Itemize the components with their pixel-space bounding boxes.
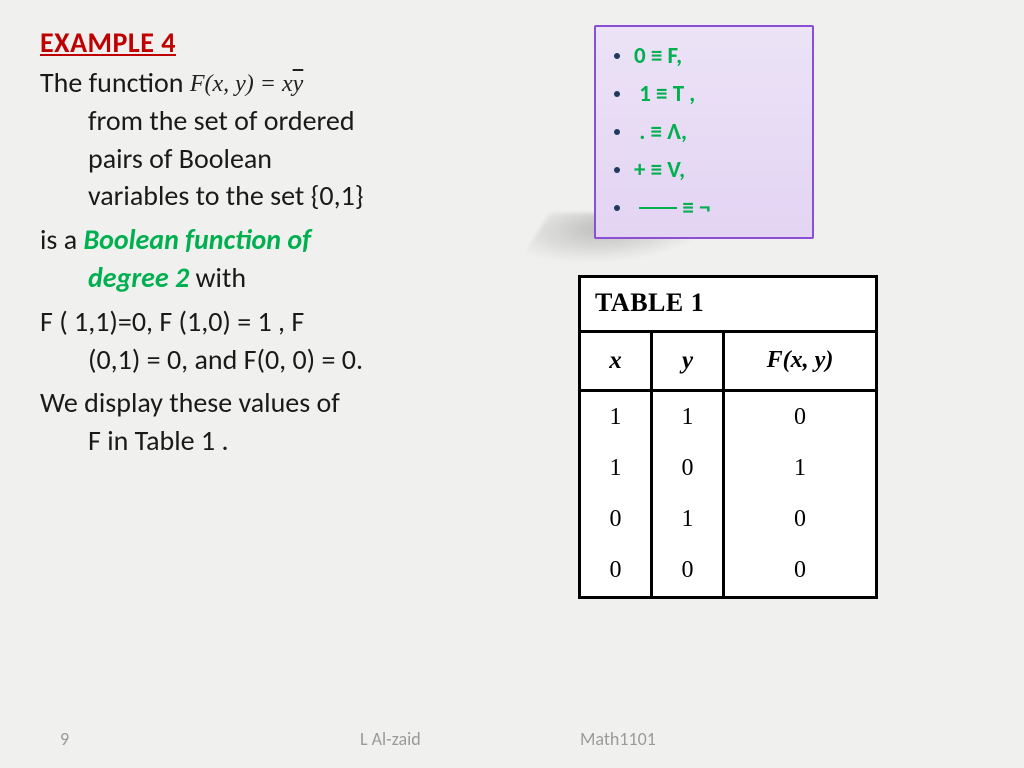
line4b: F in Table 1 . [40, 422, 520, 460]
th-fxy-text: F(x, y) [767, 347, 834, 373]
legend-text-1: 1 ≡ T , [634, 80, 695, 108]
th-y: y [653, 333, 725, 389]
legend-wrap: 0 ≡ F, 1 ≡ T , . ≡ Λ, + ≡ V, ≡ ¬ [594, 25, 984, 239]
table-row: 0 0 0 [581, 545, 875, 596]
line1b: pairs of Boolean [40, 140, 520, 178]
td: 0 [581, 494, 653, 545]
line1a: from the set of ordered [40, 102, 520, 140]
line2-b: with [189, 260, 246, 295]
legend-item-2: . ≡ Λ, [600, 113, 802, 151]
legend-item-1: 1 ≡ T , [600, 75, 802, 113]
bullet-icon [614, 91, 620, 97]
line2-a: is a [40, 222, 83, 257]
td: 0 [653, 545, 725, 596]
line3b: (0,1) = 0, and F(0, 0) = 0. [40, 341, 520, 379]
text-lead: The function [40, 65, 190, 100]
example-heading: EXAMPLE 4 [40, 25, 520, 60]
bullet-icon [614, 167, 620, 173]
legend-text-0: 0 ≡ F, [634, 42, 682, 70]
line2-wrap: degree 2 with [40, 259, 520, 297]
td: 1 [653, 392, 725, 443]
legend-item-0: 0 ≡ F, [600, 37, 802, 75]
td: 0 [725, 545, 875, 596]
formula-text: F(x, y) = x [190, 71, 293, 97]
td: 1 [725, 443, 875, 494]
footer: 9 L Al-zaid Math1101 [0, 728, 1024, 750]
td: 0 [653, 443, 725, 494]
overline-icon [639, 207, 677, 209]
table-row: 1 1 0 [581, 392, 875, 443]
legend-text-4: ≡ ¬ [634, 194, 711, 222]
td: 0 [581, 545, 653, 596]
td: 0 [725, 494, 875, 545]
line2-green: Boolean function of [83, 222, 311, 257]
legend-item-3: + ≡ V, [600, 151, 802, 189]
legend-text-2: . ≡ Λ, [634, 118, 687, 146]
legend-box: 0 ≡ F, 1 ≡ T , . ≡ Λ, + ≡ V, ≡ ¬ [594, 25, 814, 239]
left-column: EXAMPLE 4 The function F(x, y) = xy from… [40, 25, 520, 599]
td: 1 [581, 392, 653, 443]
td: 1 [653, 494, 725, 545]
line3a: F ( 1,1)=0, F (1,0) = 1 , F [40, 304, 304, 339]
bullet-icon [614, 53, 620, 59]
td: 1 [581, 443, 653, 494]
table-header-row: x y F(x, y) [581, 333, 875, 392]
paragraph-1: The function F(x, y) = xy from the set o… [40, 64, 520, 215]
paragraph-3: F ( 1,1)=0, F (1,0) = 1 , F (0,1) = 0, a… [40, 303, 520, 379]
line1c: variables to the set {0,1} [40, 177, 520, 215]
table-row: 0 1 0 [581, 494, 875, 545]
paragraph-4: We display these values of F in Table 1 … [40, 384, 520, 460]
formula-ybar: y [293, 71, 304, 97]
page-number: 9 [60, 728, 360, 750]
paragraph-2: is a Boolean function of degree 2 with [40, 221, 520, 297]
legend-list: 0 ≡ F, 1 ≡ T , . ≡ Λ, + ≡ V, ≡ ¬ [600, 37, 802, 227]
th-fxy: F(x, y) [725, 333, 875, 389]
slide: EXAMPLE 4 The function F(x, y) = xy from… [0, 0, 1024, 768]
line4a: We display these values of [40, 385, 340, 420]
line2-green-b: degree 2 [88, 260, 189, 295]
truth-table-wrap: TABLE 1 x y F(x, y) 1 1 0 1 0 1 [578, 275, 984, 599]
truth-table: TABLE 1 x y F(x, y) 1 1 0 1 0 1 [578, 275, 878, 599]
footer-course: Math1101 [580, 728, 720, 750]
td: 0 [725, 392, 875, 443]
columns: EXAMPLE 4 The function F(x, y) = xy from… [40, 25, 984, 599]
formula-inline: F(x, y) = xy [190, 71, 303, 97]
table-row: 1 0 1 [581, 443, 875, 494]
bullet-icon [614, 205, 620, 211]
legend-text-3: + ≡ V, [634, 156, 685, 184]
bullet-icon [614, 129, 620, 135]
th-x: x [581, 333, 653, 389]
table-title: TABLE 1 [581, 278, 875, 333]
legend-item-4: ≡ ¬ [600, 189, 802, 227]
footer-author: L Al-zaid [360, 728, 580, 750]
right-column: 0 ≡ F, 1 ≡ T , . ≡ Λ, + ≡ V, ≡ ¬ TABLE 1… [560, 25, 984, 599]
